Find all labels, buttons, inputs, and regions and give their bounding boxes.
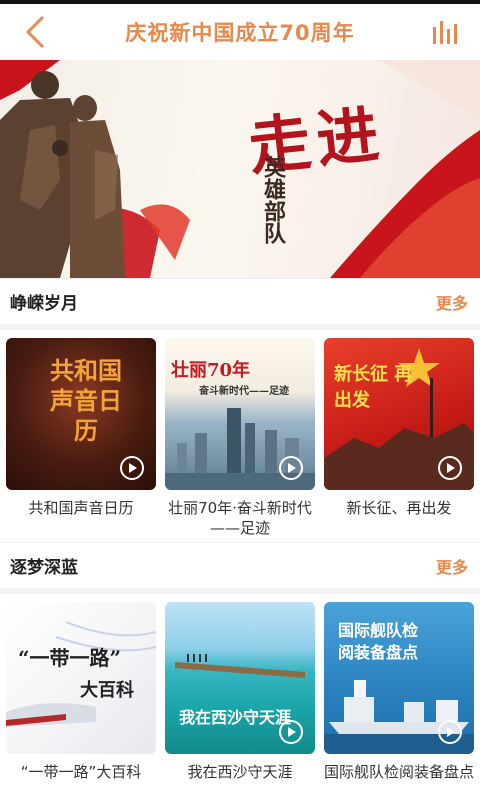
card-caption: “一带一路”大百科 bbox=[20, 763, 142, 781]
top-bar: 庆祝新中国成立70周年 bbox=[0, 4, 480, 60]
card-caption: 国际舰队检阅装备盘点 bbox=[324, 763, 475, 781]
card-row: 共和国声音日历 共和国声音日历 壮丽70年 奋斗新时代——足迹 壮丽70年·奋斗… bbox=[0, 330, 480, 542]
video-card[interactable]: 国际舰队检阅装备盘点 国际舰队检阅装备盘点 bbox=[324, 602, 474, 800]
card-caption: 我在西沙守天涯 bbox=[187, 763, 293, 781]
hero-banner[interactable]: 走进 英雄部队 bbox=[0, 60, 480, 278]
card-thumbnail: 国际舰队检阅装备盘点 bbox=[324, 602, 474, 754]
video-card[interactable]: 我在西沙守天涯 我在西沙守天涯 bbox=[165, 602, 315, 800]
play-icon bbox=[279, 456, 303, 480]
section-title: 峥嵘岁月 bbox=[10, 294, 78, 314]
video-card[interactable]: “一带一路” 大百科 “一带一路”大百科 bbox=[6, 602, 156, 800]
video-card[interactable]: 共和国声音日历 共和国声音日历 bbox=[6, 338, 156, 542]
play-icon bbox=[120, 456, 144, 480]
play-icon bbox=[438, 456, 462, 480]
card-row: “一带一路” 大百科 “一带一路”大百科 我在西沙守天涯 我在西沙守天涯 国际舰… bbox=[0, 594, 480, 800]
thumbnail-title: 壮丽70年 bbox=[171, 360, 251, 381]
card-thumbnail: “一带一路” 大百科 bbox=[6, 602, 156, 754]
play-icon bbox=[279, 720, 303, 744]
bar-chart-icon[interactable] bbox=[432, 19, 460, 45]
video-card[interactable]: 新长征 再出发 新长征、再出发 bbox=[324, 338, 474, 542]
thumbnail-subtitle: 奋斗新时代——足迹 bbox=[199, 386, 289, 397]
thumbnail-subtitle: 大百科 bbox=[80, 680, 134, 701]
card-thumbnail: 新长征 再出发 bbox=[324, 338, 474, 490]
thumbnail-title: 国际舰队检阅装备盘点 bbox=[338, 621, 419, 662]
more-link[interactable]: 更多 bbox=[436, 554, 468, 578]
thumbnail-title: “一带一路” bbox=[18, 646, 122, 670]
video-card[interactable]: 壮丽70年 奋斗新时代——足迹 壮丽70年·奋斗新时代——足迹 bbox=[165, 338, 315, 542]
play-icon bbox=[438, 720, 462, 744]
section-header: 峥嵘岁月 更多 bbox=[0, 278, 480, 324]
section-header: 逐梦深蓝 更多 bbox=[0, 542, 480, 588]
card-thumbnail: 共和国声音日历 bbox=[6, 338, 156, 490]
thumbnail-title: 共和国声音日历 bbox=[50, 356, 122, 445]
banner-subheadline: 英雄部队 bbox=[260, 156, 286, 244]
card-caption: 共和国声音日历 bbox=[28, 499, 134, 517]
card-caption: 新长征、再出发 bbox=[346, 499, 452, 517]
thumbnail-title: 我在西沙守天涯 bbox=[179, 708, 292, 727]
chevron-left-icon[interactable] bbox=[18, 14, 52, 50]
card-thumbnail: 壮丽70年 奋斗新时代——足迹 bbox=[165, 338, 315, 490]
card-thumbnail: 我在西沙守天涯 bbox=[165, 602, 315, 754]
thumbnail-title: 新长征 再出发 bbox=[334, 364, 413, 411]
section-title: 逐梦深蓝 bbox=[10, 558, 78, 578]
card-caption: 壮丽70年·奋斗新时代——足迹 bbox=[168, 499, 312, 537]
banner-artwork bbox=[0, 60, 480, 278]
page-title: 庆祝新中国成立70周年 bbox=[125, 21, 355, 45]
more-link[interactable]: 更多 bbox=[436, 290, 468, 314]
